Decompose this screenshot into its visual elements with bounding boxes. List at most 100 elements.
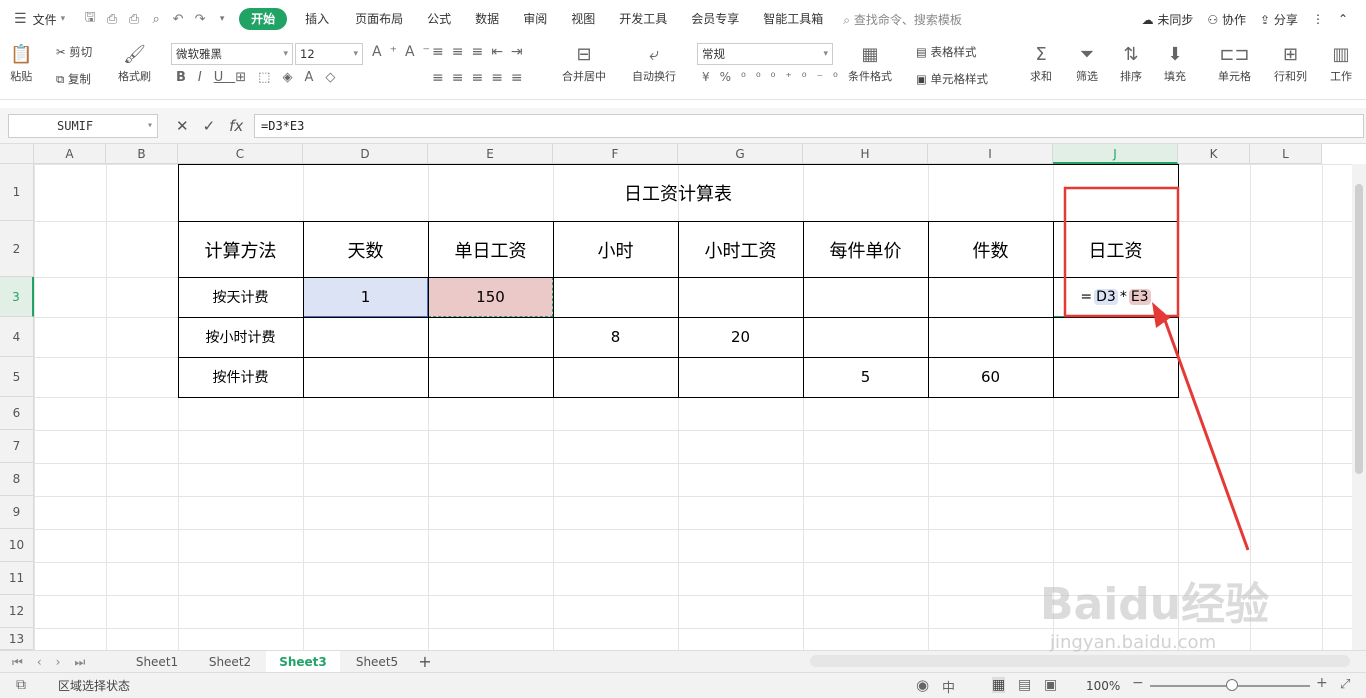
share-button[interactable]: ⇪ 分享 xyxy=(1260,11,1298,28)
column-header-l[interactable]: L xyxy=(1250,144,1322,164)
table-cell[interactable]: 150 xyxy=(428,277,553,317)
zoom-out-icon[interactable]: − xyxy=(1132,675,1144,691)
row-col-button[interactable]: ⊞ 行和列 xyxy=(1274,42,1307,84)
filter-button[interactable]: ⏷ 筛选 xyxy=(1076,42,1098,84)
cell-j3-formula[interactable]: = D3 * E3 xyxy=(1053,277,1178,317)
fill-button[interactable]: ⬇ 填充 xyxy=(1164,42,1186,84)
input-method-icon[interactable]: 中 xyxy=(942,677,955,696)
zoom-slider-knob[interactable] xyxy=(1226,679,1238,691)
font-family-select[interactable]: 微软雅黑 xyxy=(171,43,293,65)
wrap-text-button[interactable]: ⤶ 自动换行 xyxy=(632,42,676,84)
vertical-scroll-thumb[interactable] xyxy=(1355,184,1363,474)
preview-icon[interactable]: ⌕ xyxy=(145,12,167,27)
column-header-g[interactable]: G xyxy=(678,144,803,164)
row-header-5[interactable]: 5 xyxy=(0,357,34,397)
zoom-level[interactable]: 100% xyxy=(1086,673,1120,698)
font-style-icons[interactable]: BIU⊞⬚◈A◇ xyxy=(176,70,347,85)
cut-button[interactable]: ✂ 剪切 xyxy=(56,44,92,60)
row-header-9[interactable]: 9 xyxy=(0,496,34,529)
next-sheet-icon[interactable]: › xyxy=(56,655,61,669)
prev-sheet-icon[interactable]: ‹ xyxy=(37,655,42,669)
tab-member[interactable]: 会员专享 xyxy=(681,8,749,30)
redo-icon[interactable]: ↷ xyxy=(189,12,211,27)
zoom-in-icon[interactable]: + xyxy=(1316,675,1328,691)
add-sheet-icon[interactable]: + xyxy=(414,651,436,673)
confirm-icon[interactable]: ✓ xyxy=(203,117,216,135)
last-sheet-icon[interactable]: ⏭ xyxy=(74,655,85,670)
worksheet-button[interactable]: ▥ 工作 xyxy=(1330,42,1352,84)
formula-input[interactable]: =D3*E3 xyxy=(254,114,1364,138)
sort-button[interactable]: ⇅ 排序 xyxy=(1120,42,1142,84)
font-grow-shrink-icons[interactable]: A⁺A⁻ xyxy=(372,44,438,60)
column-header-a[interactable]: A xyxy=(34,144,106,164)
table-cell[interactable]: 按天计费 xyxy=(178,277,303,317)
sheet-tab-sheet2[interactable]: Sheet2 xyxy=(194,651,266,673)
sheet-tab-sheet5[interactable]: Sheet5 xyxy=(340,651,414,673)
row-header-13[interactable]: 13 xyxy=(0,628,34,650)
table-style-button[interactable]: ▤ 表格样式 xyxy=(916,44,977,60)
paste-button[interactable]: 📋 粘贴 xyxy=(10,42,32,84)
cancel-icon[interactable]: ✕ xyxy=(176,117,189,135)
normal-view-icon[interactable]: ▦ xyxy=(992,677,1006,693)
row-header-2[interactable]: 2 xyxy=(0,221,34,277)
table-cell[interactable]: 5 xyxy=(803,357,928,397)
page-layout-view-icon[interactable]: ▤ xyxy=(1018,677,1031,693)
column-header-e[interactable]: E xyxy=(428,144,553,164)
column-header-h[interactable]: H xyxy=(803,144,928,164)
eye-protection-icon[interactable]: ◉ xyxy=(916,676,929,694)
tab-data[interactable]: 数据 xyxy=(465,8,509,30)
copy-button[interactable]: ⧉ 复制 xyxy=(56,71,91,87)
horizontal-scrollbar[interactable] xyxy=(810,655,1350,667)
row-header-4[interactable]: 4 xyxy=(0,317,34,357)
fullscreen-icon[interactable]: ⤢ xyxy=(1340,677,1350,692)
sum-button[interactable]: Σ 求和 xyxy=(1030,42,1052,84)
row-header-10[interactable]: 10 xyxy=(0,529,34,562)
column-header-k[interactable]: K xyxy=(1178,144,1250,164)
number-format-select[interactable]: 常规 xyxy=(697,43,833,65)
tab-review[interactable]: 审阅 xyxy=(513,8,557,30)
merge-center-button[interactable]: ⊟ 合并居中 xyxy=(562,42,606,84)
collapse-ribbon-icon[interactable]: ⌃ xyxy=(1338,12,1348,26)
tab-home[interactable]: 开始 xyxy=(239,8,288,30)
table-cell[interactable]: 按件计费 xyxy=(178,357,303,397)
command-search[interactable]: ⌕ 查找命令、搜索模板 xyxy=(833,11,962,28)
cell-style-button[interactable]: ▣ 单元格样式 xyxy=(916,71,988,87)
format-painter-button[interactable]: 🖌 格式刷 xyxy=(118,42,151,84)
table-cell[interactable]: 按小时计费 xyxy=(178,317,303,357)
font-size-select[interactable]: 12 xyxy=(295,43,363,65)
macro-record-icon[interactable]: ⧉ xyxy=(16,677,26,693)
table-cell[interactable]: 60 xyxy=(928,357,1053,397)
column-header-i[interactable]: I xyxy=(928,144,1053,164)
row-header-11[interactable]: 11 xyxy=(0,562,34,595)
print-icon[interactable]: ⎙ xyxy=(123,12,145,27)
table-cell[interactable]: 20 xyxy=(678,317,803,357)
select-all-corner[interactable] xyxy=(0,144,34,164)
collaborate-button[interactable]: ⚇ 协作 xyxy=(1207,11,1246,28)
tab-developer[interactable]: 开发工具 xyxy=(609,8,677,30)
first-sheet-icon[interactable]: ⏮ xyxy=(12,655,23,670)
row-header-3[interactable]: 3 xyxy=(0,277,34,317)
more-options-icon[interactable]: ⋮ xyxy=(1312,12,1324,26)
sync-button[interactable]: ☁ 未同步 xyxy=(1142,11,1194,28)
undo-icon[interactable]: ↶ xyxy=(167,12,189,27)
row-header-6[interactable]: 6 xyxy=(0,397,34,430)
table-cell[interactable]: 8 xyxy=(553,317,678,357)
vertical-scrollbar[interactable] xyxy=(1352,164,1366,650)
save-icon[interactable]: 🖫 xyxy=(79,8,101,30)
page-break-view-icon[interactable]: ▣ xyxy=(1044,677,1057,693)
function-icon[interactable]: fx xyxy=(229,117,243,135)
cell-button[interactable]: ⊏⊐ 单元格 xyxy=(1218,42,1251,84)
conditional-format-button[interactable]: ▦ 条件格式 xyxy=(848,42,892,84)
column-header-d[interactable]: D xyxy=(303,144,428,164)
row-header-7[interactable]: 7 xyxy=(0,430,34,463)
column-header-j[interactable]: J xyxy=(1053,144,1178,164)
number-format-icons[interactable]: ¥%⁰⁰⁰⁺⁰⁻⁰ xyxy=(702,70,848,84)
tab-insert[interactable]: 插入 xyxy=(295,8,339,30)
sheet-tab-sheet1[interactable]: Sheet1 xyxy=(120,651,194,673)
tab-page-layout[interactable]: 页面布局 xyxy=(345,8,413,30)
column-header-f[interactable]: F xyxy=(553,144,678,164)
file-menu[interactable]: ☰ 文件 ▾ xyxy=(0,11,65,28)
tab-view[interactable]: 视图 xyxy=(561,8,605,30)
more-icon[interactable]: ▾ xyxy=(211,14,233,24)
column-header-c[interactable]: C xyxy=(178,144,303,164)
